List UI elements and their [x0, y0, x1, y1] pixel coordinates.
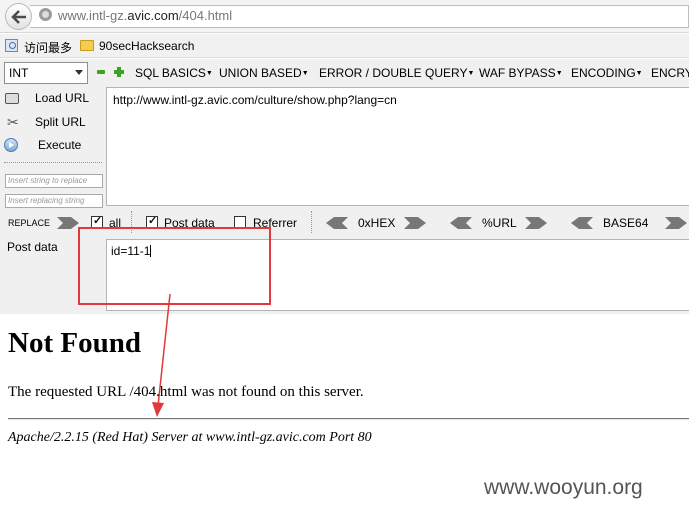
back-arrow-icon: [11, 10, 26, 24]
type-select[interactable]: INT: [4, 62, 88, 84]
bookmarks-bar: 访问最多 90secHacksearch: [0, 34, 689, 58]
server-signature: Apache/2.2.15 (Red Hat) Server at www.in…: [8, 430, 372, 445]
base64-decode-arrow-icon[interactable]: [571, 217, 593, 229]
back-button[interactable]: [5, 3, 32, 30]
divider: [4, 162, 102, 163]
bookmark-page-icon: [5, 39, 18, 52]
hex-label: 0xHEX: [358, 216, 396, 230]
hex-encode-arrow-icon[interactable]: [404, 217, 426, 229]
watermark: www.wooyun.org: [484, 476, 643, 499]
bookmark-90sechacksearch[interactable]: 90secHacksearch: [99, 39, 194, 53]
bookmark-most-visited[interactable]: 访问最多: [24, 39, 72, 56]
globe-icon: [39, 8, 52, 21]
caret-down-icon: ▼: [635, 70, 643, 77]
url-textarea[interactable]: http://www.intl-gz.avic.com/culture/show…: [106, 87, 689, 206]
page-title: Not Found: [8, 327, 141, 359]
url-encode-arrow-icon[interactable]: [525, 217, 547, 229]
replace-label: REPLACE: [8, 218, 51, 228]
minus-icon[interactable]: [97, 70, 105, 74]
replace-string-input[interactable]: Insert replacing string: [5, 194, 103, 208]
post-data-label: Post data: [7, 240, 58, 254]
folder-icon: [80, 40, 94, 51]
load-url-button[interactable]: Load URL: [0, 88, 105, 110]
highlight-box: [78, 227, 271, 305]
play-icon: [4, 138, 18, 152]
caret-down-icon: ▼: [301, 70, 309, 77]
url-decode-arrow-icon[interactable]: [450, 217, 472, 229]
menu-sql-basics[interactable]: SQL BASICS▼: [135, 66, 213, 80]
menu-error-double-query[interactable]: ERROR / DOUBLE QUERY▼: [319, 66, 474, 80]
find-string-input[interactable]: Insert string to replace: [5, 174, 103, 188]
menu-encryption[interactable]: ENCRYPTION: [651, 66, 689, 80]
url-text[interactable]: www.intl-gz.avic.com/404.html: [58, 8, 232, 23]
error-message: The requested URL /404.html was not foun…: [8, 384, 364, 400]
plus-icon[interactable]: [114, 67, 124, 77]
base64-label: BASE64: [603, 216, 649, 230]
hex-decode-arrow-icon[interactable]: [326, 217, 348, 229]
address-bar: www.intl-gz.avic.com/404.html: [0, 0, 689, 33]
menu-union-based[interactable]: UNION BASED▼: [219, 66, 309, 80]
load-icon: [5, 93, 19, 104]
chevron-down-icon: [75, 70, 83, 75]
menu-encoding[interactable]: ENCODING▼: [571, 66, 643, 80]
split-url-button[interactable]: ✂ Split URL: [0, 112, 105, 134]
execute-button[interactable]: Execute: [0, 135, 105, 157]
base64-encode-arrow-icon[interactable]: [665, 217, 687, 229]
url-label: %URL: [482, 216, 517, 230]
caret-down-icon: ▼: [555, 70, 563, 77]
hackbar-toolbar: INT SQL BASICS▼ UNION BASED▼ ERROR / DOU…: [0, 59, 689, 87]
menu-waf-bypass[interactable]: WAF BYPASS▼: [479, 66, 563, 80]
replace-arrow-right-icon[interactable]: [57, 217, 79, 229]
divider: [311, 211, 312, 233]
scissors-icon: ✂: [7, 114, 19, 130]
divider: [8, 418, 689, 420]
caret-down-icon: ▼: [205, 70, 213, 77]
caret-down-icon: ▼: [467, 70, 475, 77]
